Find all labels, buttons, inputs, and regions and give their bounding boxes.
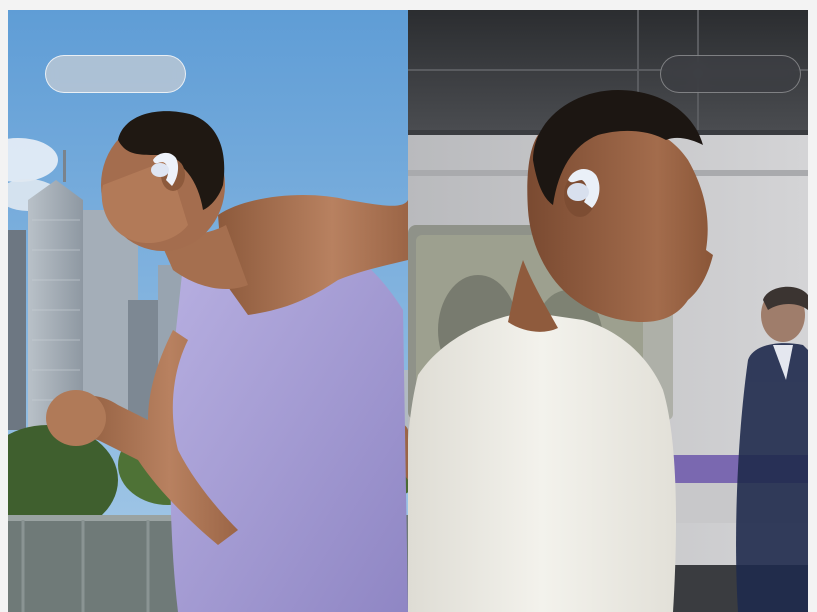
overlay-chip: [660, 55, 801, 93]
panel-commute: [408, 10, 808, 612]
product-lifestyle-gallery: [8, 10, 808, 612]
overlay-chip-label: [46, 56, 185, 92]
running-photo: [8, 10, 408, 612]
overlay-chip-label: [661, 56, 800, 92]
overlay-chip: [45, 55, 186, 93]
panel-running: [8, 10, 408, 612]
commute-photo: [408, 10, 808, 612]
